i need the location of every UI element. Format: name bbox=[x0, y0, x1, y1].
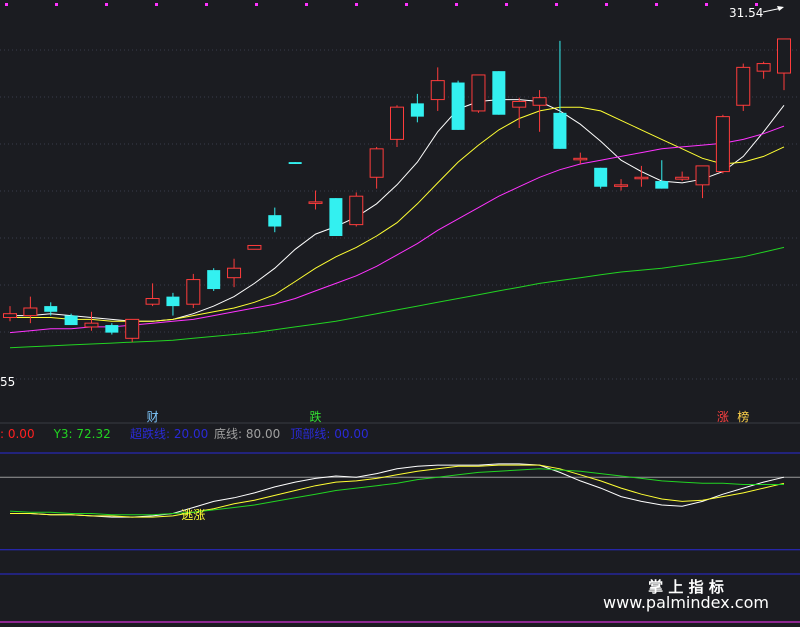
top-dot bbox=[705, 3, 708, 6]
signal-marker: 跌 bbox=[310, 409, 322, 424]
candle-body bbox=[3, 313, 17, 318]
top-dot bbox=[405, 3, 408, 6]
candle bbox=[349, 192, 364, 227]
candle-body bbox=[349, 195, 364, 226]
candle-body bbox=[369, 148, 384, 178]
top-dot bbox=[605, 3, 608, 6]
top-dot bbox=[5, 3, 8, 6]
candle-body bbox=[125, 318, 140, 339]
candle-body bbox=[756, 63, 771, 72]
candle bbox=[715, 114, 730, 174]
candle-body bbox=[675, 176, 690, 180]
legend-item: 超跌线: 20.00 bbox=[130, 426, 208, 441]
top-dot bbox=[455, 3, 458, 6]
candle-body bbox=[715, 116, 730, 173]
top-dot bbox=[255, 3, 258, 6]
top-dot bbox=[655, 3, 658, 6]
top-dot bbox=[355, 3, 358, 6]
signal-marker: 榜 bbox=[737, 409, 749, 424]
candle bbox=[288, 162, 302, 164]
candle-body bbox=[573, 157, 588, 161]
candle-body bbox=[390, 106, 404, 140]
candle-body bbox=[777, 38, 791, 74]
top-dot bbox=[305, 3, 308, 6]
candle-body bbox=[655, 181, 669, 189]
candle bbox=[247, 244, 262, 250]
top-dot bbox=[555, 3, 558, 6]
top-dot bbox=[505, 3, 508, 6]
candle-body bbox=[594, 167, 608, 187]
legend-item: 顶部线: 00.00 bbox=[290, 426, 368, 441]
candle bbox=[736, 63, 751, 111]
candle bbox=[594, 167, 608, 189]
legend-item: 底线: 80.00 bbox=[214, 426, 280, 441]
candle-body bbox=[23, 307, 38, 317]
candle-body bbox=[512, 100, 527, 108]
indicator-legend: : 0.00 Y3: 72.32 超跌线: 20.00 底线: 80.00 顶部线: 0… bbox=[0, 426, 369, 441]
candle-body bbox=[84, 322, 99, 328]
stock-chart: 31.54 55 财 跌 涨榜 : 0.00 Y3: 72.32 超跌线: 20.00 底… bbox=[0, 0, 800, 627]
top-dot bbox=[105, 3, 108, 6]
candle-body bbox=[614, 184, 629, 187]
candle bbox=[471, 74, 486, 113]
candle-body bbox=[186, 279, 201, 305]
candle-body bbox=[471, 74, 486, 112]
candle-body bbox=[532, 97, 547, 106]
candle-body bbox=[695, 165, 710, 186]
candle-body bbox=[308, 201, 323, 204]
candle-body bbox=[207, 270, 221, 290]
candle bbox=[207, 268, 221, 291]
legend-item: : 0.00 bbox=[0, 427, 35, 441]
candle-body bbox=[410, 103, 424, 117]
candle-body bbox=[553, 112, 567, 149]
candle-body bbox=[430, 80, 445, 101]
candle-body bbox=[64, 315, 78, 326]
candle-body bbox=[145, 298, 160, 305]
watermark-url: www.palmindex.com bbox=[603, 593, 769, 612]
candle-body bbox=[166, 296, 180, 307]
top-dot bbox=[155, 3, 158, 6]
candle-body bbox=[247, 244, 262, 250]
legend-item: Y3: 72.32 bbox=[53, 427, 111, 441]
candle-body bbox=[329, 198, 343, 236]
signal-marker: 涨 bbox=[717, 409, 729, 424]
candle-body bbox=[44, 306, 58, 312]
candle-body bbox=[105, 325, 119, 333]
candle bbox=[329, 198, 343, 236]
candle-body bbox=[227, 267, 242, 279]
candle-body bbox=[634, 176, 649, 180]
indicator-signal-label: 逃涨 bbox=[181, 507, 205, 522]
candle-body bbox=[492, 71, 506, 115]
candle-body bbox=[268, 215, 282, 227]
chart-background bbox=[0, 0, 800, 627]
candle bbox=[451, 80, 465, 130]
top-dot bbox=[55, 3, 58, 6]
top-dot bbox=[205, 3, 208, 6]
low-price-label: 55 bbox=[0, 375, 15, 389]
candle bbox=[125, 318, 140, 343]
indicator-signal: 逃涨 bbox=[181, 507, 205, 522]
candle bbox=[492, 71, 506, 115]
candle-body bbox=[288, 162, 302, 164]
signal-marker: 财 bbox=[147, 410, 159, 424]
candle-body bbox=[451, 82, 465, 130]
high-price-label: 31.54 bbox=[729, 6, 763, 20]
candle-body bbox=[736, 66, 751, 106]
